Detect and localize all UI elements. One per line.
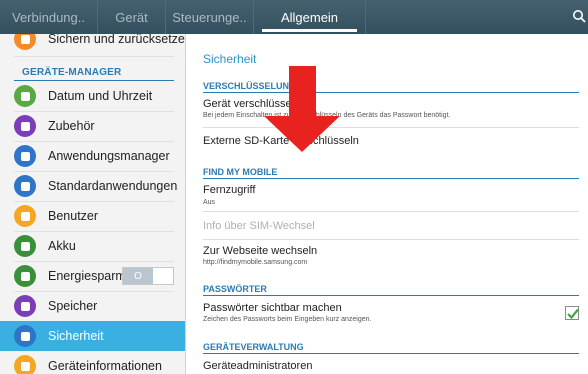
sidebar-item-accessories[interactable]: Zubehör: [0, 111, 185, 141]
default-apps-icon: [14, 175, 36, 197]
tab-allgemein[interactable]: Allgemein: [254, 0, 366, 34]
clock-icon: [14, 85, 36, 107]
settings-sidebar: Sichern und zurücksetzen GERÄTE-MANAGER …: [0, 34, 186, 374]
sidebar-item-label: Zubehör: [48, 119, 95, 133]
apps-icon: [14, 145, 36, 167]
users-icon: [14, 205, 36, 227]
remote-access-title[interactable]: Fernzugriff: [203, 184, 255, 196]
website-url: http://findmymobile.samsung.com: [203, 259, 308, 266]
section-header-geraete-manager: GERÄTE-MANAGER: [22, 67, 122, 78]
sidebar-item-users[interactable]: Benutzer: [0, 201, 185, 231]
top-tab-bar: Verbindung.. Gerät Steuerunge.. Allgemei…: [0, 0, 588, 34]
encrypt-device-title[interactable]: Gerät verschlüsseln: [203, 98, 300, 110]
lock-icon: [14, 325, 36, 347]
battery-icon: [14, 235, 36, 257]
section-divider: [203, 295, 579, 296]
divider: [14, 56, 174, 57]
sidebar-item-label: Sicherheit: [48, 329, 104, 343]
divider: [203, 239, 579, 240]
tab-geraet[interactable]: Gerät: [98, 0, 166, 34]
storage-icon: [14, 295, 36, 317]
sidebar-item-label: Sichern und zurücksetzen: [48, 34, 186, 46]
sidebar-item-device-info[interactable]: Geräteinformationen: [0, 351, 185, 374]
sidebar-item-app-manager[interactable]: Anwendungsmanager: [0, 141, 185, 171]
sidebar-item-label: Geräteinformationen: [48, 359, 162, 373]
info-icon: [14, 355, 36, 374]
sidebar-item-storage[interactable]: Speicher: [0, 291, 185, 321]
sidebar-item-power-saving[interactable]: Energiesparmod.. O: [0, 261, 185, 291]
visit-website-title[interactable]: Zur Webseite wechseln: [203, 245, 317, 257]
page-title: Sicherheit: [203, 52, 257, 66]
backup-icon: [14, 34, 36, 50]
sidebar-item-battery[interactable]: Akku: [0, 231, 185, 261]
device-administrators-title[interactable]: Geräteadministratoren: [203, 360, 312, 372]
sidebar-item-date-time[interactable]: Datum und Uhrzeit: [0, 81, 185, 111]
sidebar-item-label: Akku: [48, 239, 76, 253]
divider: [203, 127, 579, 128]
section-divider: [203, 178, 579, 179]
sidebar-item-label: Benutzer: [48, 209, 99, 223]
section-header-device-admin: GERÄTEVERWALTUNG: [203, 342, 304, 352]
sidebar-item-label: Datum und Uhrzeit: [48, 89, 153, 103]
sim-change-alert-title: Info über SIM-Wechsel: [203, 220, 315, 232]
encrypt-sd-card-title[interactable]: Externe SD-Karte verschlüsseln: [203, 135, 359, 147]
tab-verbindungen[interactable]: Verbindung..: [0, 0, 98, 34]
accessory-icon: [14, 115, 36, 137]
sidebar-item-security[interactable]: Sicherheit: [0, 321, 185, 351]
section-divider: [203, 92, 579, 93]
section-header-passwords: PASSWÖRTER: [203, 284, 267, 294]
sidebar-item-label: Speicher: [48, 299, 98, 313]
search-icon[interactable]: [572, 9, 586, 23]
section-header-find-my-mobile: FIND MY MOBILE: [203, 167, 278, 177]
power-saving-toggle[interactable]: O: [122, 267, 174, 285]
show-passwords-description: Zeichen des Passworts beim Eingeben kurz…: [203, 316, 372, 323]
encrypt-device-description: Bei jedem Einschalten ist zum Entschlüss…: [203, 112, 451, 119]
sidebar-item-label: Anwendungsmanager: [48, 149, 170, 163]
sidebar-item-backup-reset[interactable]: Sichern und zurücksetzen: [0, 34, 186, 54]
security-settings-panel: Sicherheit VERSCHLÜSSELUNG Gerät verschl…: [187, 34, 588, 374]
tab-steuerungen[interactable]: Steuerunge..: [166, 0, 254, 34]
remote-access-status: Aus: [203, 199, 216, 206]
show-passwords-title[interactable]: Passwörter sichtbar machen: [203, 302, 342, 314]
checkmark-icon: [567, 308, 579, 320]
power-saving-icon: [14, 265, 36, 287]
sidebar-item-label: Standardanwendungen: [48, 179, 178, 193]
section-divider: [203, 353, 579, 354]
toggle-state: O: [123, 268, 153, 284]
section-header-encryption: VERSCHLÜSSELUNG: [203, 81, 297, 91]
divider: [203, 211, 579, 212]
sidebar-item-default-apps[interactable]: Standardanwendungen: [0, 171, 185, 201]
show-passwords-checkbox[interactable]: [565, 306, 579, 320]
